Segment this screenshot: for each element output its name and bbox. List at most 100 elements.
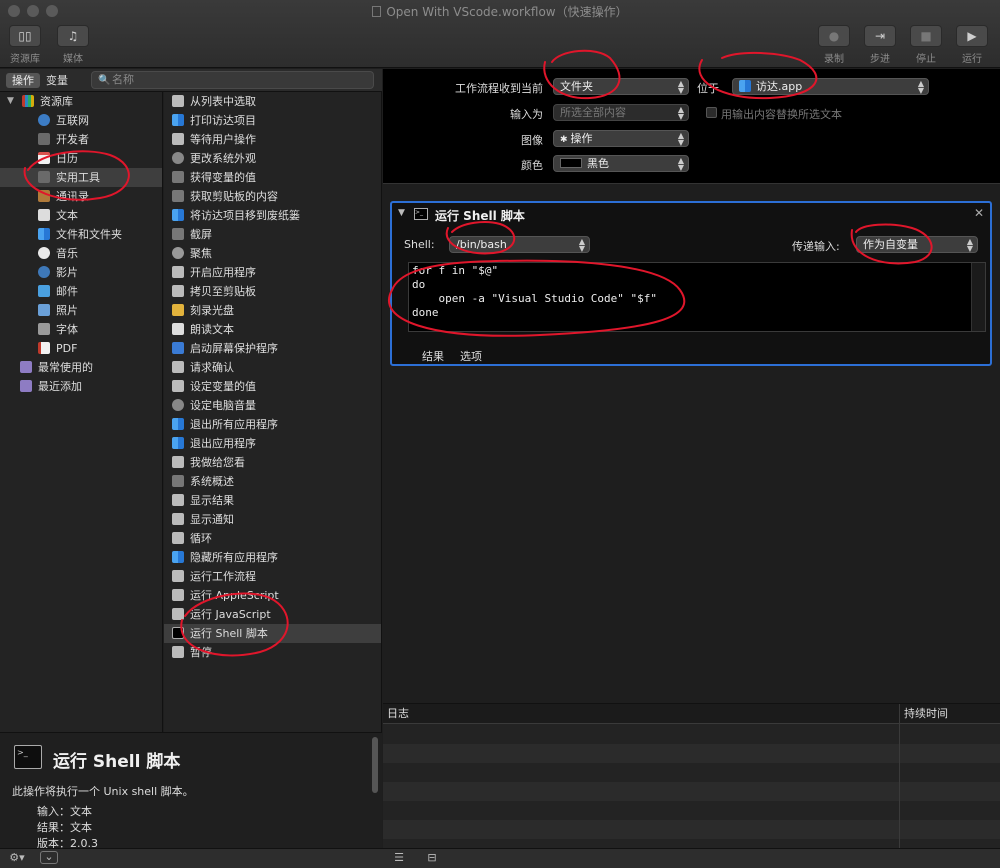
list-item[interactable]: 开启应用程序: [164, 263, 381, 282]
list-item[interactable]: 刻录光盘: [164, 301, 381, 320]
description-scrollbar[interactable]: [372, 737, 378, 793]
shell-script-action[interactable]: ▼ >_ 运行 Shell 脚本 ✕ Shell: /bin/bash ▲ ▼ 传…: [390, 201, 992, 366]
category-pdf[interactable]: PDF: [0, 339, 162, 358]
list-view-icon[interactable]: ☰: [390, 851, 408, 865]
list-item[interactable]: 拷贝至剪贴板: [164, 282, 381, 301]
category-label: 实用工具: [56, 171, 100, 184]
list-item[interactable]: 从列表中选取: [164, 92, 381, 111]
category-photos[interactable]: 照片: [0, 301, 162, 320]
workflow-settings: 工作流程收到当前 文件夹 ▲ ▼ 位于 访达.app ▲ ▼ 输入为 所选全部内容 …: [383, 69, 1000, 184]
column-divider: [899, 704, 900, 849]
shell-popup[interactable]: /bin/bash ▲ ▼: [449, 236, 590, 253]
list-item[interactable]: 运行 JavaScript: [164, 605, 381, 624]
close-icon[interactable]: ✕: [974, 206, 984, 220]
category-internet[interactable]: 互联网: [0, 111, 162, 130]
list-item[interactable]: 更改系统外观: [164, 149, 381, 168]
list-item[interactable]: 请求确认: [164, 358, 381, 377]
image-popup[interactable]: ✱ 操作 ▲ ▼: [553, 130, 689, 147]
library-search-input[interactable]: 🔍 名称: [91, 71, 374, 89]
duration-column-header[interactable]: 持续时间: [904, 704, 948, 724]
list-item[interactable]: 系统概述: [164, 472, 381, 491]
list-item[interactable]: 隐藏所有应用程序: [164, 548, 381, 567]
window-toolbar: Open With VScode.workflow（快速操作） ▯▯ 资源库 ♫…: [0, 0, 1000, 68]
category-most-used[interactable]: 最常使用的: [0, 358, 162, 377]
category-calendar[interactable]: 日历: [0, 149, 162, 168]
action-label: 显示结果: [190, 494, 234, 507]
list-item[interactable]: 退出应用程序: [164, 434, 381, 453]
category-files-folders[interactable]: 文件和文件夹: [0, 225, 162, 244]
category-text[interactable]: 文本: [0, 206, 162, 225]
list-item[interactable]: 运行工作流程: [164, 567, 381, 586]
list-item[interactable]: 截屏: [164, 225, 381, 244]
category-developer[interactable]: 开发者: [0, 130, 162, 149]
library-toggle-button[interactable]: ▯▯ 资源库: [9, 25, 41, 65]
disclosure-triangle-icon[interactable]: ▼: [7, 92, 14, 111]
media-button[interactable]: ♫ 媒体: [57, 25, 89, 65]
category-movies[interactable]: 影片: [0, 263, 162, 282]
category-contacts[interactable]: 通讯录: [0, 187, 162, 206]
list-item[interactable]: 设定变量的值: [164, 377, 381, 396]
pass-input-popup[interactable]: 作为自变量 ▲ ▼: [856, 236, 978, 253]
list-item[interactable]: 运行 AppleScript: [164, 586, 381, 605]
list-item[interactable]: 朗读文本: [164, 320, 381, 339]
category-recently-added[interactable]: 最近添加: [0, 377, 162, 396]
list-item[interactable]: 聚焦: [164, 244, 381, 263]
play-icon: ▶: [956, 25, 988, 47]
search-placeholder: 名称: [112, 73, 134, 86]
category-label: 开发者: [56, 133, 89, 146]
description-input: 输入：文本: [37, 803, 92, 819]
script-line: do: [412, 278, 426, 291]
automator-robot-icon: [172, 646, 184, 658]
run-button[interactable]: ▶ 运行: [956, 25, 988, 65]
step-button[interactable]: ⇥ 步进: [864, 25, 896, 65]
category-fonts[interactable]: 字体: [0, 320, 162, 339]
category-utilities[interactable]: 实用工具: [0, 168, 162, 187]
category-music[interactable]: 音乐: [0, 244, 162, 263]
list-item[interactable]: 等待用户操作: [164, 130, 381, 149]
input-label: 输入：: [37, 805, 70, 818]
library-tabs-bar: 操作 变量 🔍 名称: [0, 69, 382, 92]
tab-variables[interactable]: 变量: [40, 73, 74, 88]
input-is-popup[interactable]: 所选全部内容 ▲ ▼: [553, 104, 689, 121]
list-item[interactable]: 暂停: [164, 643, 381, 662]
log-column-header[interactable]: 日志: [387, 704, 409, 724]
automator-robot-icon: [172, 380, 184, 392]
replace-text-checkbox[interactable]: [706, 107, 717, 118]
action-label: 暂停: [190, 646, 212, 659]
list-item[interactable]: 我做给您看: [164, 453, 381, 472]
script-editor[interactable]: for f in "$@" do open -a "Visual Studio C…: [408, 262, 986, 332]
list-item[interactable]: 将访达项目移到废纸篓: [164, 206, 381, 225]
color-swatch: [560, 158, 582, 168]
script-scrollbar[interactable]: [971, 263, 985, 331]
receives-popup[interactable]: 文件夹 ▲ ▼: [553, 78, 689, 95]
stop-button[interactable]: ■ 停止: [910, 25, 942, 65]
list-item[interactable]: 运行 Shell 脚本: [164, 624, 381, 643]
category-mail[interactable]: 邮件: [0, 282, 162, 301]
workflow-area: 工作流程收到当前 文件夹 ▲ ▼ 位于 访达.app ▲ ▼ 输入为 所选全部内容 …: [383, 69, 1000, 703]
automator-robot-icon: [172, 133, 184, 145]
list-item[interactable]: 启动屏幕保护程序: [164, 339, 381, 358]
color-popup[interactable]: 黑色 ▲ ▼: [553, 155, 689, 172]
list-item[interactable]: 打印访达项目: [164, 111, 381, 130]
record-button[interactable]: ● 录制: [818, 25, 850, 65]
category-library[interactable]: ▼ 资源库: [0, 92, 162, 111]
list-item[interactable]: 显示通知: [164, 510, 381, 529]
chevron-down-icon[interactable]: ⌄: [40, 851, 58, 864]
list-item[interactable]: 循环: [164, 529, 381, 548]
list-item[interactable]: 设定电脑音量: [164, 396, 381, 415]
disclosure-triangle-icon[interactable]: ▼: [398, 208, 405, 218]
finder-icon: [739, 80, 751, 92]
list-item[interactable]: 退出所有应用程序: [164, 415, 381, 434]
split-view-icon[interactable]: ⊟: [423, 851, 441, 865]
receives-value: 文件夹: [560, 80, 593, 93]
tab-options[interactable]: 选项: [460, 348, 482, 364]
application-popup[interactable]: 访达.app ▲ ▼: [732, 78, 929, 95]
tab-actions[interactable]: 操作: [6, 73, 40, 88]
library-toggle-label: 资源库: [10, 54, 40, 65]
tab-results[interactable]: 结果: [422, 348, 444, 364]
list-item[interactable]: 获得变量的值: [164, 168, 381, 187]
list-item[interactable]: 获取剪贴板的内容: [164, 187, 381, 206]
gear-icon[interactable]: ⚙▾: [6, 851, 28, 865]
list-item[interactable]: 显示结果: [164, 491, 381, 510]
action-label: 循环: [190, 532, 212, 545]
